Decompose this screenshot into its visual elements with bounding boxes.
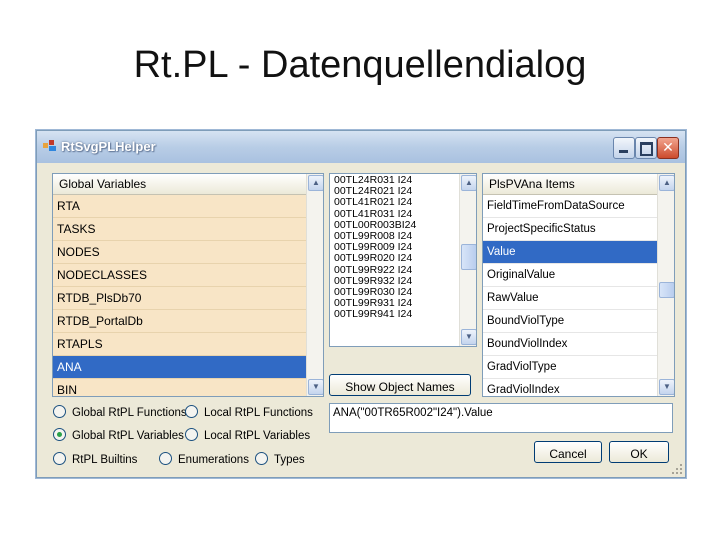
list-item[interactable]: RawValue: [483, 287, 657, 310]
list-item[interactable]: 00TL99R941 I24: [330, 309, 459, 320]
list-item[interactable]: NODES: [53, 241, 306, 264]
radio-label: Global RtPL Functions: [72, 407, 187, 419]
scroll-down-arrow-icon[interactable]: ▼: [659, 379, 674, 395]
global-variables-items: RTA TASKS NODES NODECLASSES RTDB_PlsDb70…: [53, 195, 306, 396]
scroll-down-arrow-icon[interactable]: ▼: [308, 379, 323, 395]
list-item[interactable]: RTDB_PortalDb: [53, 310, 306, 333]
app-icon: [43, 140, 56, 151]
list-item[interactable]: RTA: [53, 195, 306, 218]
list-item[interactable]: BoundViolType: [483, 310, 657, 333]
scroll-up-arrow-icon[interactable]: ▲: [461, 175, 476, 191]
radio-global-rtpl-functions[interactable]: Global RtPL Functions: [53, 404, 187, 422]
pv-items-list[interactable]: PlsPVAna Items FieldTimeFromDataSource P…: [482, 173, 675, 397]
global-variables-header: Global Variables: [53, 174, 306, 195]
global-variables-list[interactable]: Global Variables RTA TASKS NODES NODECLA…: [52, 173, 324, 397]
window-title: RtSvgPLHelper: [61, 139, 156, 154]
list-item[interactable]: GradViolIndex: [483, 379, 657, 396]
close-icon: ✕: [662, 140, 674, 156]
global-variables-scrollbar[interactable]: ▲ ▼: [306, 174, 323, 396]
minimize-button[interactable]: [613, 137, 635, 159]
objects-scrollbar[interactable]: ▲ ▼: [459, 174, 476, 346]
objects-items: 00TL24R031 I24 00TL24R021 I24 00TL41R021…: [330, 174, 459, 320]
scroll-thumb[interactable]: [461, 244, 476, 270]
maximize-icon: [640, 142, 653, 156]
radio-label: RtPL Builtins: [72, 454, 138, 466]
radio-types[interactable]: Types: [255, 451, 305, 469]
cancel-button[interactable]: Cancel: [534, 441, 602, 463]
list-item[interactable]: BIN: [53, 379, 306, 396]
list-item-selected[interactable]: ANA: [53, 356, 306, 379]
scroll-up-arrow-icon[interactable]: ▲: [308, 175, 323, 191]
radio-circle-icon: [255, 452, 268, 466]
list-item-selected[interactable]: Value: [483, 241, 657, 264]
list-item[interactable]: ProjectSpecificStatus: [483, 218, 657, 241]
scroll-thumb[interactable]: [659, 282, 674, 298]
pv-items-scrollbar[interactable]: ▲ ▼: [657, 174, 674, 396]
scroll-down-arrow-icon[interactable]: ▼: [461, 329, 476, 345]
dialog-window: RtSvgPLHelper ✕ Global Variables RTA TAS…: [36, 130, 686, 478]
list-item[interactable]: 00TL99R020 I24: [330, 253, 459, 264]
expression-field[interactable]: ANA("00TR65R002"I24").Value: [329, 403, 673, 433]
radio-rtpl-builtins[interactable]: RtPL Builtins: [53, 451, 137, 469]
list-item[interactable]: GradViolType: [483, 356, 657, 379]
slide-title: Rt.PL - Datenquellendialog: [133, 44, 587, 86]
minimize-icon: [619, 150, 628, 153]
radio-label: Types: [274, 454, 305, 466]
radio-circle-icon: [53, 452, 66, 466]
ok-button[interactable]: OK: [609, 441, 669, 463]
radio-label: Local RtPL Functions: [204, 407, 313, 419]
radio-enumerations[interactable]: Enumerations: [159, 451, 249, 469]
radio-local-rtpl-functions[interactable]: Local RtPL Functions: [185, 404, 313, 422]
list-item[interactable]: TASKS: [53, 218, 306, 241]
scroll-up-arrow-icon[interactable]: ▲: [659, 175, 674, 191]
resize-grip-icon[interactable]: [671, 463, 683, 475]
radio-circle-icon: [53, 405, 66, 419]
pv-items-header: PlsPVAna Items: [483, 174, 657, 195]
maximize-button[interactable]: [635, 137, 657, 159]
list-item[interactable]: OriginalValue: [483, 264, 657, 287]
radio-label: Local RtPL Variables: [204, 430, 311, 442]
radio-checked-icon: [53, 428, 66, 442]
radio-circle-icon: [159, 452, 172, 466]
radio-label: Global RtPL Variables: [72, 430, 184, 442]
radio-local-rtpl-variables[interactable]: Local RtPL Variables: [185, 427, 310, 445]
radio-circle-icon: [185, 428, 198, 442]
list-item[interactable]: NODECLASSES: [53, 264, 306, 287]
list-item[interactable]: FieldTimeFromDataSource: [483, 195, 657, 218]
close-button[interactable]: ✕: [657, 137, 679, 159]
list-item[interactable]: 00TL99R922 I24: [330, 264, 459, 276]
list-item[interactable]: RTDB_PlsDb70: [53, 287, 306, 310]
show-object-names-button[interactable]: Show Object Names: [329, 374, 471, 396]
pv-items-items: FieldTimeFromDataSource ProjectSpecificS…: [483, 195, 657, 396]
radio-circle-icon: [185, 405, 198, 419]
objects-list[interactable]: 00TL24R031 I24 00TL24R021 I24 00TL41R021…: [329, 173, 477, 347]
radio-global-rtpl-variables[interactable]: Global RtPL Variables: [53, 427, 184, 445]
radio-label: Enumerations: [178, 454, 249, 466]
list-item[interactable]: 00TL41R021 I24: [330, 197, 459, 208]
list-item[interactable]: RTAPLS: [53, 333, 306, 356]
title-bar[interactable]: RtSvgPLHelper ✕: [37, 131, 685, 163]
list-item[interactable]: BoundViolIndex: [483, 333, 657, 356]
